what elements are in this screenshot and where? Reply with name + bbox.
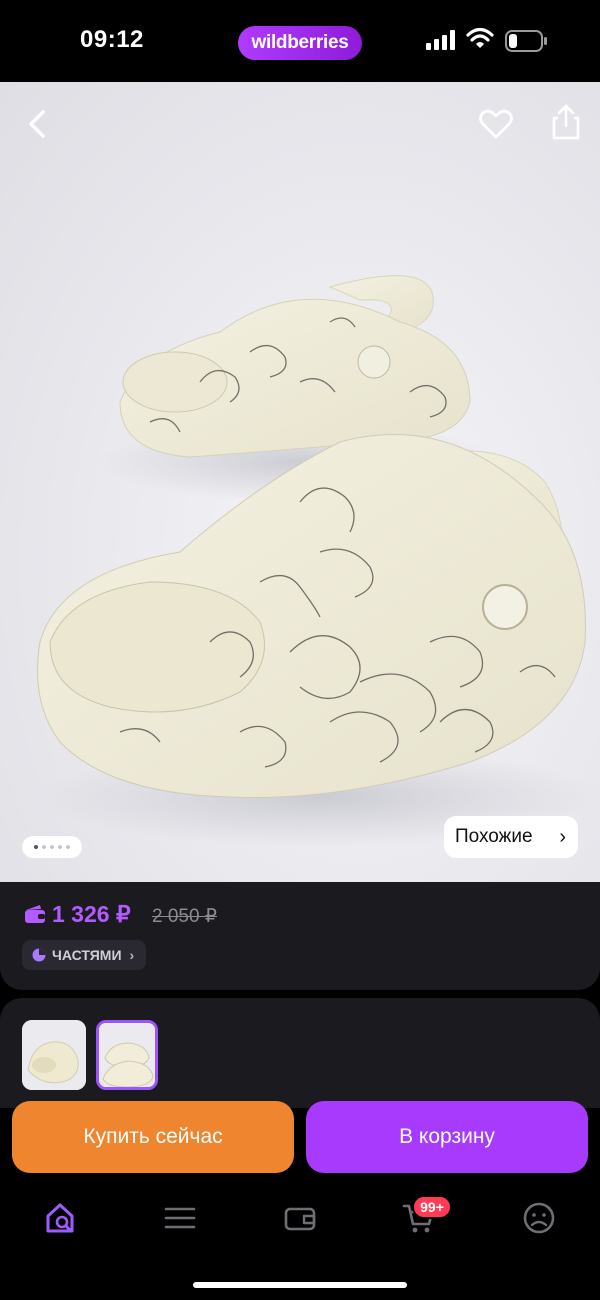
- home-indicator[interactable]: [193, 1282, 407, 1288]
- menu-icon[interactable]: [162, 1200, 198, 1236]
- chevron-right-icon: ›: [129, 947, 135, 963]
- carousel-dot: [34, 845, 38, 849]
- wifi-icon: [466, 28, 494, 48]
- old-price: 2 050 ₽: [152, 906, 217, 927]
- price-card: 1 326 ₽ 2 050 ₽ ЧАСТЯМИ ›: [0, 882, 600, 990]
- product-thumbnail-selected[interactable]: [96, 1020, 158, 1090]
- wallet-nav-icon[interactable]: [282, 1200, 318, 1236]
- pie-chart-icon: [32, 948, 46, 962]
- wallet-icon: [25, 905, 45, 923]
- status-bar: 09:12 wildberries: [0, 0, 600, 82]
- installments-button[interactable]: ЧАСТЯМИ ›: [22, 940, 147, 970]
- cart-count-badge: 99+: [412, 1195, 452, 1219]
- thumbnail-image: [99, 1023, 155, 1087]
- current-price: 1 326 ₽: [52, 901, 131, 927]
- battery-icon: [505, 30, 547, 52]
- installments-label: ЧАСТЯМИ: [52, 947, 122, 963]
- carousel-dot: [50, 845, 54, 849]
- product-photo: [37, 275, 600, 847]
- cellular-signal-icon: [426, 30, 455, 50]
- carousel-dot: [58, 845, 62, 849]
- similar-products-button[interactable]: Похожие ›: [444, 816, 578, 858]
- home-search-icon[interactable]: [43, 1200, 79, 1236]
- profile-icon[interactable]: [521, 1200, 557, 1236]
- share-icon[interactable]: [546, 102, 586, 142]
- product-image-carousel[interactable]: Похожие ›: [0, 82, 600, 882]
- add-to-cart-button[interactable]: В корзину: [306, 1101, 588, 1173]
- carousel-indicator: [22, 836, 82, 858]
- back-arrow-icon[interactable]: [18, 104, 58, 144]
- thumbnail-image: [22, 1020, 86, 1090]
- brand-logo[interactable]: wildberries: [238, 26, 362, 60]
- heart-icon[interactable]: [476, 104, 516, 144]
- product-thumbnail[interactable]: [22, 1020, 86, 1090]
- similar-products-label: Похожие: [455, 826, 533, 847]
- carousel-dot: [66, 845, 70, 849]
- buy-now-button[interactable]: Купить сейчас: [12, 1101, 294, 1173]
- thumbnails-panel: [0, 998, 600, 1108]
- status-time: 09:12: [80, 26, 144, 53]
- chevron-right-icon: ›: [559, 826, 566, 848]
- carousel-dot: [42, 845, 46, 849]
